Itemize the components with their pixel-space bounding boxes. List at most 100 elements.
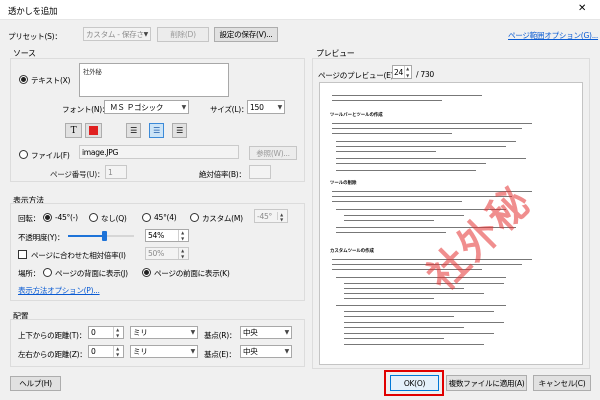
rotation-custom-label: カスタム(M) — [202, 214, 243, 223]
opacity-label: 不透明度(Y)： — [18, 233, 65, 242]
preview-text-line — [336, 151, 436, 153]
close-icon[interactable]: ✕ — [578, 3, 586, 14]
text-style-button[interactable]: T — [65, 123, 82, 138]
chevron-down-icon: ▼ — [190, 348, 196, 355]
cancel-button[interactable]: キャンセル(C) — [533, 375, 591, 391]
opacity-input[interactable]: 54% ▲ ▼ — [145, 229, 189, 242]
vertical-distance-value: 0 — [91, 328, 96, 337]
preview-text-line — [332, 128, 522, 130]
opacity-value: 54% — [148, 231, 164, 240]
chevron-down-icon: ▼ — [190, 329, 196, 336]
rotation-45-radio[interactable] — [142, 213, 151, 222]
text-color-button[interactable] — [85, 123, 102, 138]
preview-text-line — [344, 298, 434, 300]
apply-multiple-files-button[interactable]: 複数ファイルに適用(A) — [446, 375, 527, 391]
browse-label: 参照(W)... — [256, 148, 290, 158]
watermark-text-input[interactable]: 社外秘 — [79, 63, 229, 97]
chevron-down-icon: ▼ — [143, 30, 149, 38]
file-radio[interactable] — [19, 150, 28, 159]
apply-multiple-files-label: 複数ファイルに適用(A) — [448, 378, 525, 388]
relative-scale-checkbox[interactable] — [18, 250, 27, 259]
dialog-title: 透かしを追加 — [8, 7, 58, 17]
preview-text-line — [332, 95, 482, 97]
spinner-arrows-icon: ▲ ▼ — [113, 327, 121, 338]
help-button[interactable]: ヘルプ(H) — [10, 376, 61, 391]
font-dropdown[interactable]: ＭＳ Ｐゴシック ▼ — [104, 100, 189, 114]
spinner-arrows-icon: ▲ ▼ — [404, 66, 410, 78]
watermark-text-value: 社外秘 — [83, 68, 102, 76]
opacity-slider-track[interactable] — [68, 231, 134, 241]
align-right-button[interactable]: ☰ — [172, 123, 187, 138]
file-path-value: image.JPG — [82, 148, 119, 157]
size-dropdown[interactable]: 150 ▼ — [247, 100, 285, 114]
front-page-radio[interactable] — [142, 268, 151, 277]
behind-page-radio[interactable] — [43, 268, 52, 277]
size-label: サイズ(L)： — [210, 105, 249, 114]
chevron-down-icon: ▼ — [284, 348, 290, 355]
delete-preset-label: 削除(D) — [170, 30, 196, 39]
vertical-distance-label: 上下からの距離(T)： — [18, 331, 87, 340]
preview-heading: カスタムツールの作成 — [330, 249, 374, 254]
rotation-minus45-radio[interactable] — [43, 213, 52, 222]
rotation-label: 回転： — [18, 214, 40, 223]
ok-label: OK(O) — [403, 378, 426, 388]
horizontal-distance-input[interactable]: 0 ▲ ▼ — [88, 345, 124, 358]
page-number-input[interactable]: 1 — [105, 165, 127, 179]
page-number-value: 1 — [108, 168, 113, 177]
front-page-label: ページの前面に表示(K) — [154, 269, 230, 278]
preview-text-line — [332, 100, 442, 102]
page-range-options-link[interactable]: ページ範囲オプション(G)... — [508, 30, 598, 41]
preview-text-line — [344, 338, 444, 340]
appearance-options-link[interactable]: 表示方法オプション(P)... — [18, 285, 100, 296]
ok-button[interactable]: OK(O) — [390, 375, 439, 391]
spinner-arrows-icon: ▲ ▼ — [113, 346, 121, 357]
align-center-button[interactable]: ☰ — [149, 123, 164, 138]
save-settings-button[interactable]: 設定の保存(V)... — [214, 27, 278, 42]
spinner-arrows-icon: ▲ ▼ — [178, 230, 186, 241]
horizontal-base-dropdown[interactable]: 中央 ▼ — [240, 345, 292, 358]
title-bar — [0, 0, 600, 20]
vertical-unit-value: ミリ — [133, 328, 148, 337]
preset-label: プリセット(S)： — [8, 32, 62, 41]
page-number-label: ページ番号(U)： — [50, 170, 105, 179]
size-value: 150 — [250, 102, 264, 112]
preview-page-input[interactable]: 24 ▲ ▼ — [392, 65, 412, 79]
delete-preset-button[interactable]: 削除(D) — [157, 27, 209, 42]
font-label: フォント(N)： — [62, 105, 110, 114]
file-path-input[interactable]: image.JPG — [79, 145, 239, 159]
relative-scale-input[interactable]: 50% ▲ ▼ — [145, 247, 189, 260]
chevron-down-icon: ▼ — [284, 329, 290, 336]
file-radio-label: ファイル(F) — [31, 151, 70, 160]
absolute-scale-input[interactable] — [249, 165, 271, 179]
align-left-button[interactable]: ☰ — [126, 123, 141, 138]
absolute-scale-label: 絶対倍率(B)： — [199, 170, 246, 179]
font-value: ＭＳ Ｐゴシック — [110, 102, 164, 112]
preview-page-total: / 730 — [416, 70, 434, 79]
text-radio-label: テキスト(X) — [31, 76, 71, 85]
preview-text-line — [344, 316, 454, 318]
vertical-unit-dropdown[interactable]: ミリ ▼ — [130, 326, 198, 339]
vertical-base-dropdown[interactable]: 中央 ▼ — [240, 326, 292, 339]
preset-dropdown[interactable]: カスタム - 保存されていま ▼ — [83, 27, 151, 41]
text-radio[interactable] — [19, 75, 28, 84]
rotation-none-label: なし(Q) — [101, 214, 127, 223]
rotation-custom-value: -45° — [257, 212, 272, 221]
relative-scale-value: 50% — [148, 249, 164, 258]
horizontal-unit-dropdown[interactable]: ミリ ▼ — [130, 345, 198, 358]
rotation-custom-radio[interactable] — [190, 213, 199, 222]
color-swatch-icon — [89, 126, 98, 135]
browse-button[interactable]: 参照(W)... — [249, 146, 297, 160]
align-right-icon: ☰ — [176, 126, 183, 135]
rotation-custom-input[interactable]: -45° ▲ ▼ — [254, 209, 288, 223]
vertical-base-value: 中央 — [243, 328, 258, 337]
rotation-none-radio[interactable] — [89, 213, 98, 222]
watermark-dialog: 透かしを追加 ✕ プリセット(S)： カスタム - 保存されていま ▼ 削除(D… — [0, 0, 600, 400]
cancel-label: キャンセル(C) — [538, 378, 586, 388]
preview-heading: ツールの削除 — [330, 181, 357, 186]
chevron-down-icon: ▼ — [277, 103, 283, 111]
vertical-distance-input[interactable]: 0 ▲ ▼ — [88, 326, 124, 339]
preview-text-line — [332, 123, 532, 125]
horizontal-distance-label: 左右からの距離(Z)： — [18, 350, 87, 359]
opacity-slider-thumb[interactable] — [101, 231, 107, 241]
opacity-slider-fill — [68, 235, 104, 237]
